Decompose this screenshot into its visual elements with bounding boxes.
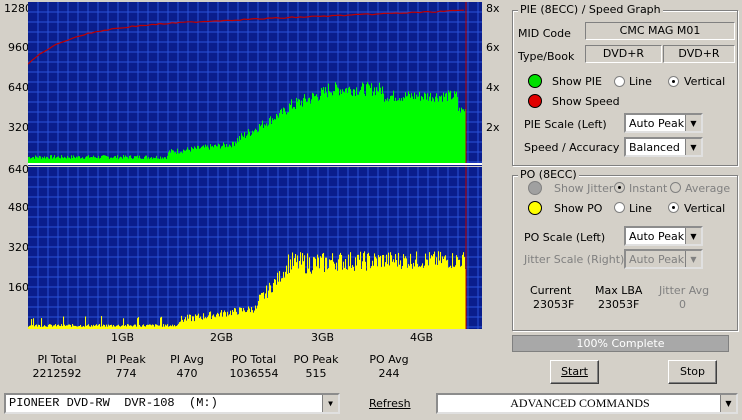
pie-left-tick: 960 <box>8 41 29 54</box>
jitter-scale-label: Jitter Scale (Right) <box>524 253 625 266</box>
po-group-title: PO (8ECC) <box>518 168 579 181</box>
book-value: DVD+R <box>663 45 735 63</box>
chevron-down-icon[interactable]: ▼ <box>322 395 338 412</box>
po-scale-value: Auto Peak <box>629 230 685 243</box>
pie-line-radio[interactable] <box>614 76 625 87</box>
drive-select-value: PIONEER DVD-RW DVR-108 (M:) <box>9 396 218 410</box>
stat-value: 2212592 <box>32 367 82 380</box>
stat-label: PO Total <box>231 353 277 366</box>
stat-value: 1036554 <box>229 367 279 380</box>
max-lba-label: Max LBA <box>595 284 643 297</box>
po-vertical-label: Vertical <box>684 202 726 215</box>
type-book-label: Type/Book <box>518 50 575 63</box>
jitter-avg-value: 0 <box>679 298 686 311</box>
speed-accuracy-label: Speed / Accuracy <box>524 141 620 154</box>
jitter-average-label: Average <box>685 182 731 195</box>
show-po-label[interactable]: Show PO <box>554 202 602 215</box>
current-value: 23053F <box>533 298 575 311</box>
jitter-color-swatch <box>528 181 542 195</box>
po-left-tick: 160 <box>8 281 29 294</box>
jitter-scale-value: Auto Peak <box>629 253 685 266</box>
chevron-down-icon[interactable]: ▼ <box>685 115 701 131</box>
speed-accuracy-value: Balanced <box>629 141 680 154</box>
refresh-link[interactable]: Refresh <box>369 397 411 410</box>
current-label: Current <box>530 284 572 297</box>
pie-right-tick: 2x <box>486 121 500 134</box>
stat-label: PI Peak <box>106 353 146 366</box>
pie-left-tick: 320 <box>8 121 29 134</box>
jitter-instant-radio <box>614 182 625 193</box>
chevron-down-icon[interactable]: ▼ <box>685 228 701 244</box>
x-tick: 2GB <box>210 331 234 344</box>
jitter-average-radio <box>670 182 681 193</box>
progress-bar: 100% Complete <box>512 335 729 352</box>
x-tick: 1GB <box>111 331 135 344</box>
pie-right-tick: 6x <box>486 41 500 54</box>
po-line-label: Line <box>629 202 652 215</box>
po-left-tick: 640 <box>8 163 29 176</box>
pie-right-tick: 4x <box>486 81 500 94</box>
po-graph <box>28 167 482 329</box>
commands-select[interactable]: ADVANCED COMMANDS ▼ <box>436 393 738 414</box>
jitter-scale-select: Auto Peak ▼ <box>624 249 703 269</box>
stop-button[interactable]: Stop <box>668 360 717 384</box>
show-speed-label[interactable]: Show Speed <box>552 95 620 108</box>
pie-left-tick: 640 <box>8 81 29 94</box>
mid-code-label: MID Code <box>518 27 571 40</box>
stop-label: Stop <box>679 365 705 378</box>
pie-vertical-radio[interactable] <box>668 76 679 87</box>
speed-color-swatch <box>528 94 542 108</box>
stat-label: PI Total <box>37 353 77 366</box>
stat-value: 515 <box>305 367 327 380</box>
pie-group-title: PIE (8ECC) / Speed Graph <box>518 3 663 16</box>
start-button[interactable]: Start <box>550 360 599 384</box>
pie-scale-label: PIE Scale (Left) <box>524 118 607 131</box>
pie-color-swatch <box>528 74 542 88</box>
chevron-down-icon: ▼ <box>685 251 701 267</box>
x-tick: 4GB <box>410 331 434 344</box>
chevron-down-icon[interactable]: ▼ <box>685 139 701 155</box>
speed-accuracy-select[interactable]: Balanced ▼ <box>624 137 703 157</box>
po-left-tick: 480 <box>8 201 29 214</box>
commands-select-value: ADVANCED COMMANDS <box>510 396 650 410</box>
pie-vertical-label: Vertical <box>684 75 726 88</box>
stat-value: 244 <box>378 367 400 380</box>
stat-value: 470 <box>176 367 198 380</box>
stat-value: 774 <box>115 367 137 380</box>
stat-label: PO Avg <box>369 353 409 366</box>
stat-label: PO Peak <box>293 353 339 366</box>
start-label: Start <box>561 365 588 378</box>
mid-code-value: CMC MAG M01 <box>585 22 735 40</box>
pie-speed-graph <box>28 2 482 166</box>
po-color-swatch <box>528 201 542 215</box>
show-pie-label[interactable]: Show PIE <box>552 75 602 88</box>
chevron-down-icon[interactable]: ▼ <box>720 395 736 412</box>
pie-line-label: Line <box>629 75 652 88</box>
pie-scale-select[interactable]: Auto Peak ▼ <box>624 113 703 133</box>
speed-curve <box>28 9 465 65</box>
show-jitter-label: Show Jitter <box>554 182 614 195</box>
pie-scale-value: Auto Peak <box>629 117 685 130</box>
jitter-instant-label: Instant <box>629 182 668 195</box>
po-vertical-radio[interactable] <box>668 202 679 213</box>
po-line-radio[interactable] <box>614 202 625 213</box>
po-scale-label: PO Scale (Left) <box>524 231 606 244</box>
x-tick: 3GB <box>311 331 335 344</box>
drive-select[interactable]: PIONEER DVD-RW DVR-108 (M:) ▼ <box>4 393 340 414</box>
po-scale-select[interactable]: Auto Peak ▼ <box>624 226 703 246</box>
stat-label: PI Avg <box>170 353 204 366</box>
type-value: DVD+R <box>585 45 662 63</box>
max-lba-value: 23053F <box>598 298 640 311</box>
progress-text: 100% Complete <box>576 337 665 350</box>
po-left-tick: 320 <box>8 241 29 254</box>
jitter-avg-label: Jitter Avg <box>659 284 710 297</box>
pie-right-tick: 8x <box>486 2 500 15</box>
